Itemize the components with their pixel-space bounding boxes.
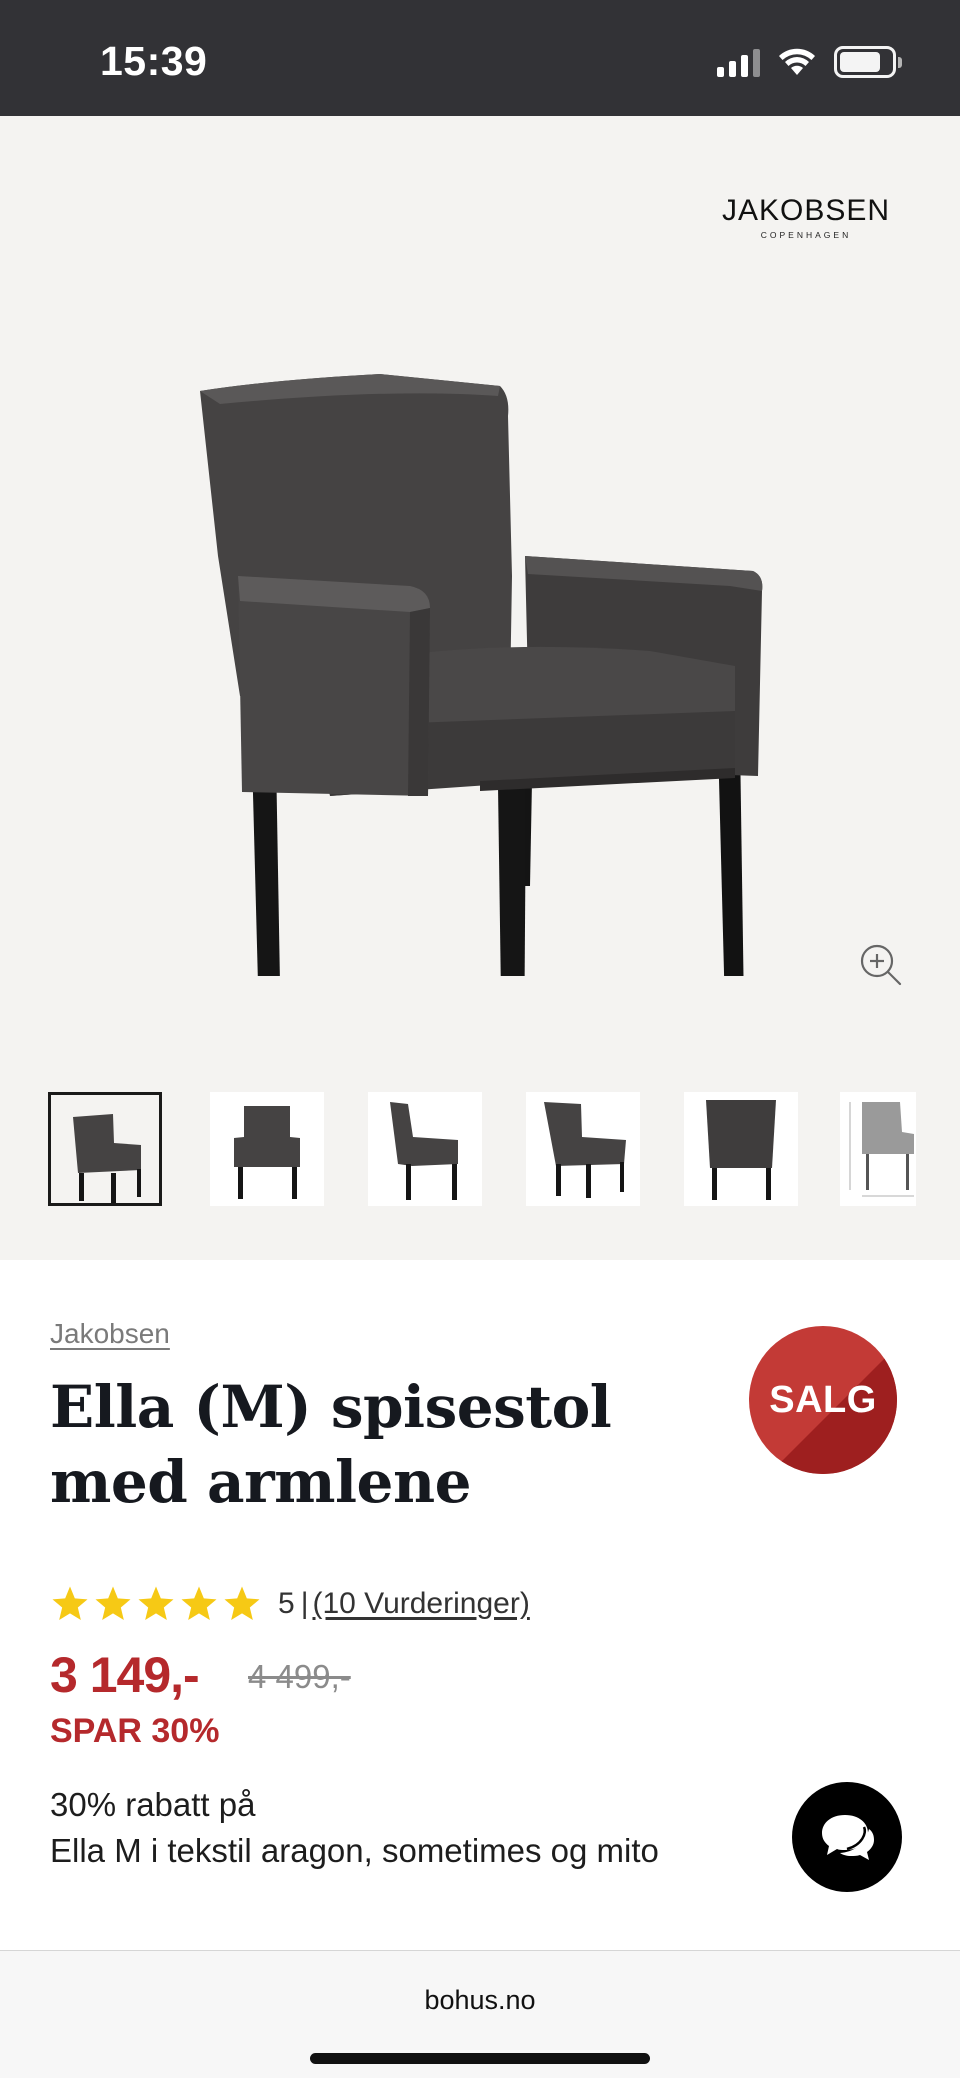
- status-icons: [717, 44, 902, 80]
- product-rating: 5 | (10 Vurderinger): [50, 1582, 530, 1626]
- status-time: 15:39: [100, 38, 208, 84]
- url-bar[interactable]: bohus.no: [0, 1985, 960, 2016]
- home-indicator[interactable]: [310, 2053, 650, 2064]
- product-main-image[interactable]: JAKOBSEN COPENHAGEN: [0, 116, 960, 1056]
- star-icon: [138, 1586, 174, 1620]
- rating-stars: [50, 1584, 262, 1624]
- cellular-signal-icon: [717, 47, 760, 77]
- original-price: 4 499,-: [248, 1658, 351, 1695]
- sale-badge: SALG: [749, 1326, 897, 1474]
- discount-label: SPAR 30%: [50, 1712, 220, 1750]
- rating-value: 5: [278, 1587, 295, 1620]
- promo-text: 30% rabatt på Ella M i tekstil aragon, s…: [50, 1786, 659, 1869]
- battery-icon: [834, 46, 902, 78]
- chair-image: [200, 374, 763, 976]
- star-icon: [224, 1586, 260, 1620]
- product-info: Jakobsen Ella (M) spisestol med armlene …: [0, 1260, 960, 1950]
- browser-bottom-bar: bohus.no: [0, 1950, 960, 2078]
- thumbnail-back[interactable]: [684, 1092, 798, 1206]
- status-bar: 15:39: [0, 0, 960, 116]
- thumbnail-side[interactable]: [368, 1092, 482, 1206]
- zoom-in-icon[interactable]: [858, 942, 904, 988]
- thumbnail-three-quarter[interactable]: [526, 1092, 640, 1206]
- star-icon: [181, 1586, 217, 1620]
- chat-button[interactable]: [792, 1782, 902, 1892]
- brand-link[interactable]: Jakobsen: [50, 1318, 170, 1350]
- wifi-icon: [779, 48, 815, 75]
- brand-logo: JAKOBSEN COPENHAGEN: [721, 194, 891, 240]
- thumbnail-front-angle[interactable]: [48, 1092, 162, 1206]
- rating-separator: |: [300, 1587, 309, 1620]
- star-icon: [95, 1586, 131, 1620]
- thumbnail-front[interactable]: [210, 1092, 324, 1206]
- product-title: Ella (M) spisestol med armlene: [50, 1373, 612, 1516]
- star-icon: [52, 1586, 88, 1620]
- product-gallery: JAKOBSEN COPENHAGEN: [0, 116, 960, 1260]
- reviews-link[interactable]: (10 Vurderinger): [312, 1587, 529, 1621]
- chat-bubbles-icon: [822, 1815, 874, 1860]
- current-price: 3 149,-: [50, 1647, 200, 1703]
- thumbnail-dimensions[interactable]: [840, 1092, 916, 1206]
- thumbnail-strip[interactable]: [48, 1092, 916, 1212]
